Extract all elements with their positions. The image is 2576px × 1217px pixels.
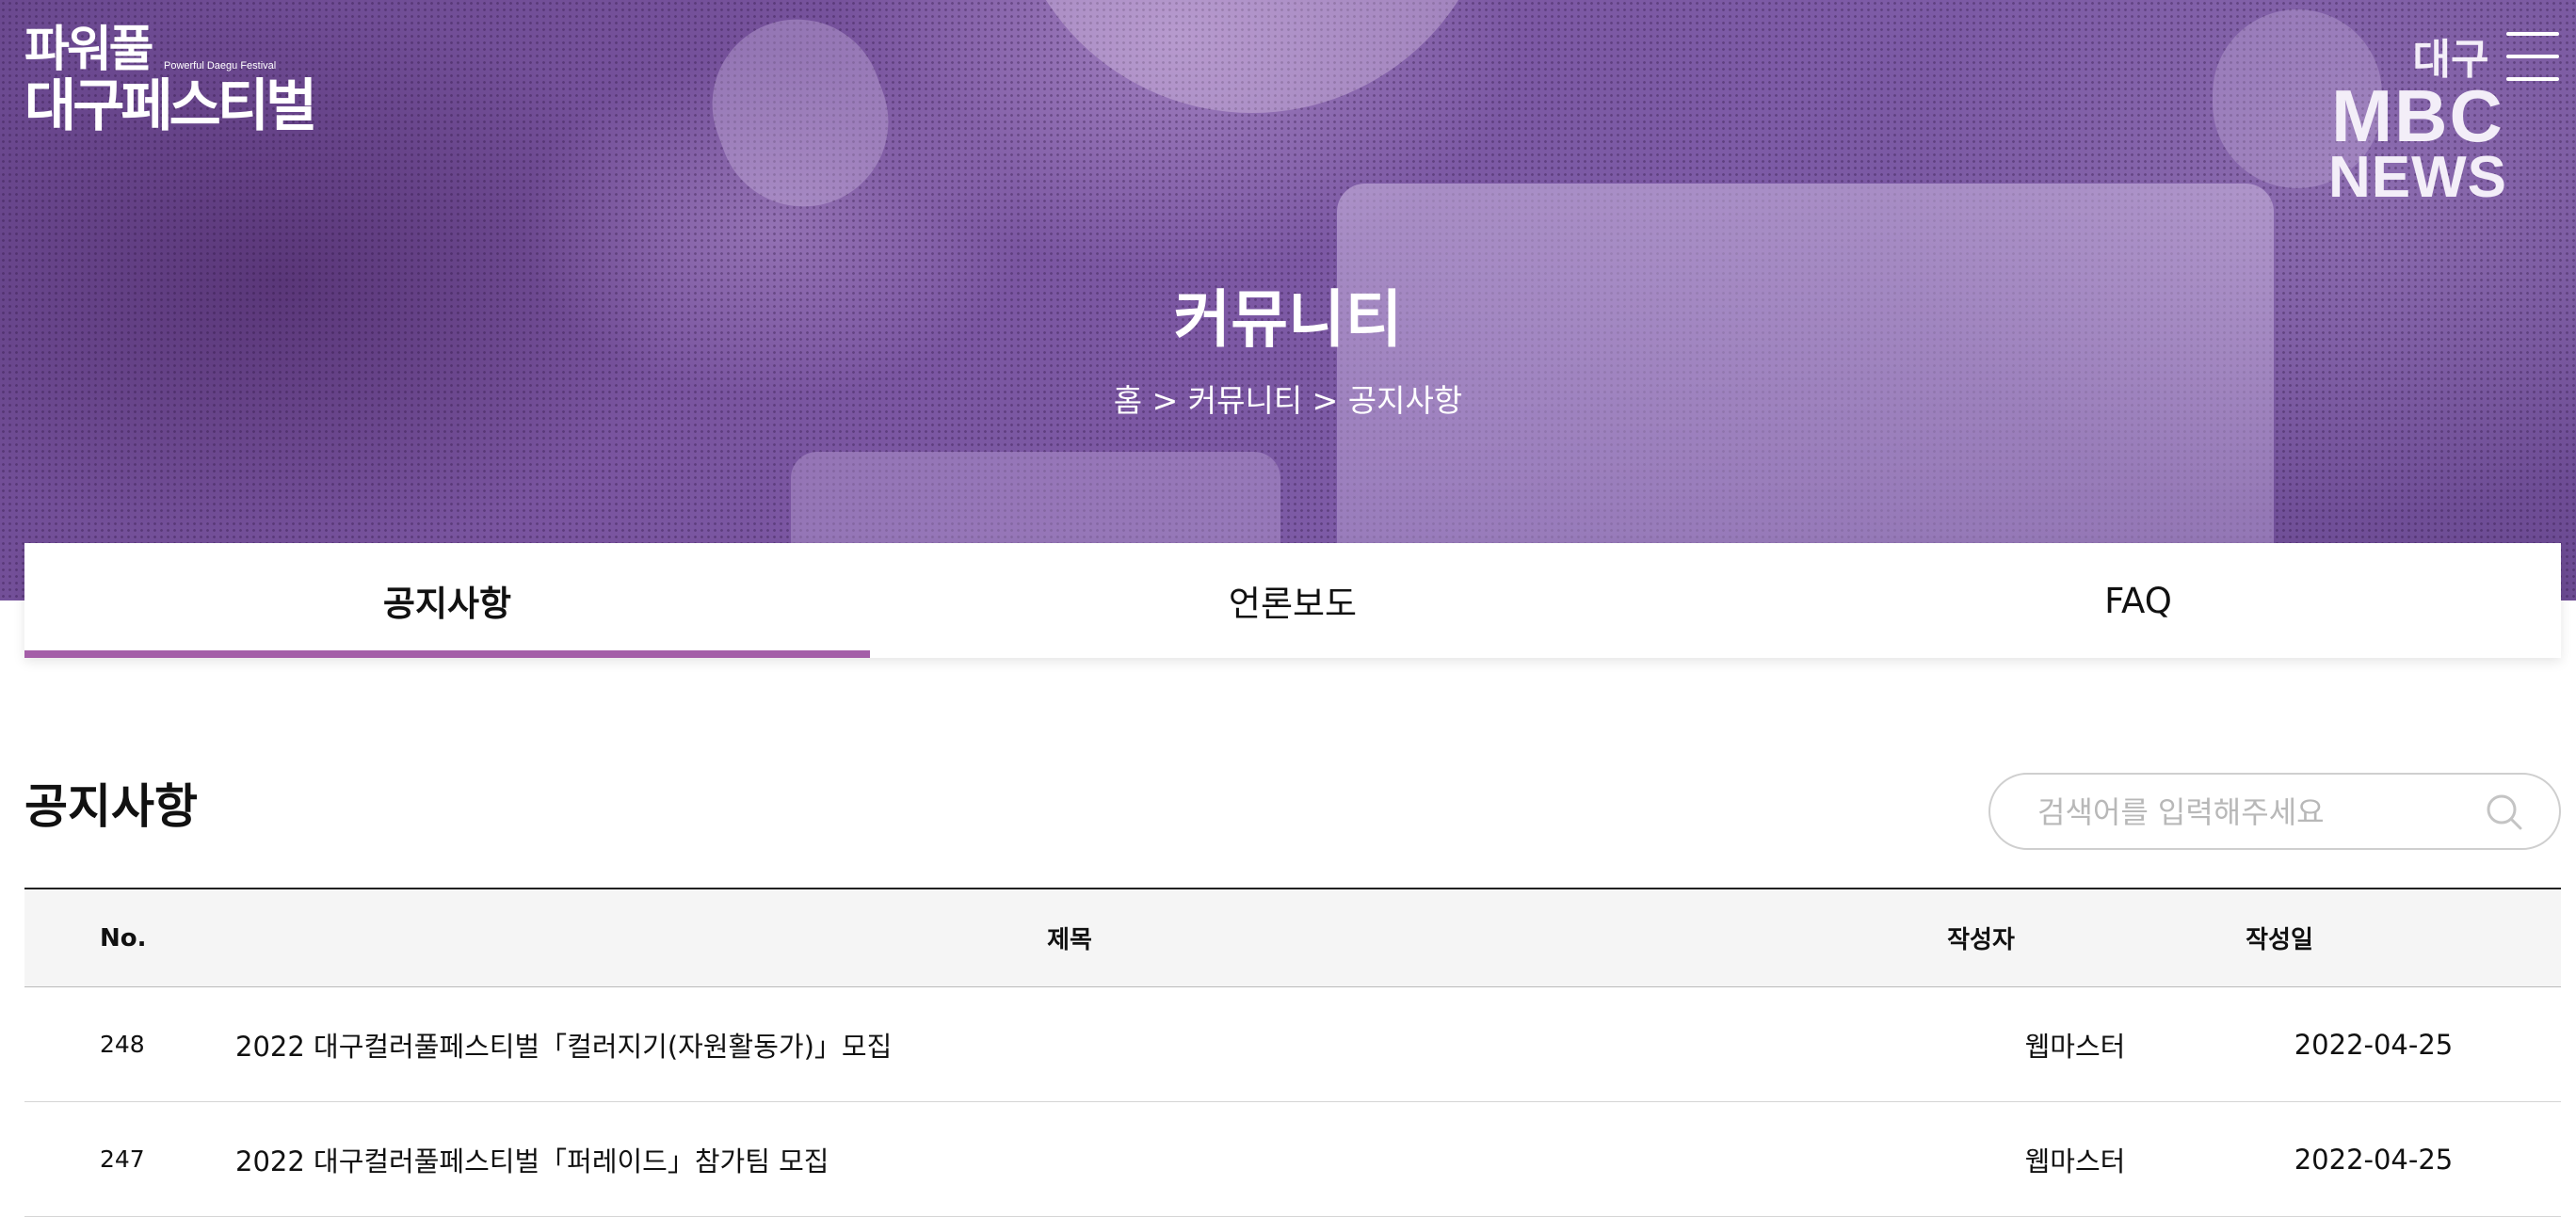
board-title: 공지사항 xyxy=(24,779,198,834)
search-input[interactable] xyxy=(2037,788,2471,837)
column-date: 작성일 xyxy=(2246,926,2313,954)
row-no: 248 xyxy=(100,1031,145,1058)
column-no: No. xyxy=(100,923,147,953)
tab-faq[interactable]: FAQ xyxy=(1715,543,2561,658)
search-icon[interactable] xyxy=(2480,788,2529,837)
notice-table: No. 제목 작성자 작성일 248 2022 대구컬러풀페스티벌「컬러지기(자… xyxy=(24,888,2561,1217)
row-writer: 웹마스터 xyxy=(2024,1030,2126,1063)
tab-notice[interactable]: 공지사항 xyxy=(24,543,870,658)
search-box xyxy=(1988,773,2561,850)
column-writer: 작성자 xyxy=(1947,926,2015,954)
row-date: 2022-04-25 xyxy=(2294,1143,2454,1176)
community-tabs: 공지사항 언론보도 FAQ xyxy=(24,543,2561,658)
logo-line2: 대구페스티벌 xyxy=(24,73,317,139)
logo-subtitle: Powerful Daegu Festival xyxy=(164,60,277,72)
table-row[interactable]: 247 2022 대구컬러풀페스티벌「퍼레이드」참가팀 모집 웹마스터 2022… xyxy=(24,1102,2561,1217)
mbc-news-logo: 대구 MBC NEWS xyxy=(2324,38,2512,207)
row-date: 2022-04-25 xyxy=(2294,1028,2454,1061)
festival-logo[interactable]: 파워풀 대구페스티벌 Powerful Daegu Festival xyxy=(24,23,317,139)
row-title[interactable]: 2022 대구컬러풀페스티벌「컬러지기(자원활동가)」모집 xyxy=(215,1025,1934,1065)
tab-press[interactable]: 언론보도 xyxy=(870,543,1715,658)
column-title: 제목 xyxy=(1047,926,1092,954)
page-title: 커뮤니티 xyxy=(1173,283,1403,356)
row-no: 247 xyxy=(100,1145,145,1173)
hero-banner: 파워풀 대구페스티벌 Powerful Daegu Festival 대구 MB… xyxy=(0,0,2576,600)
mbc-news: NEWS xyxy=(2328,145,2507,210)
row-writer: 웹마스터 xyxy=(2024,1145,2126,1177)
mbc-name: MBC xyxy=(2331,74,2504,157)
row-title[interactable]: 2022 대구컬러풀페스티벌「퍼레이드」참가팀 모집 xyxy=(215,1140,1934,1179)
menu-icon[interactable] xyxy=(2506,32,2559,83)
breadcrumb: 홈 > 커뮤니티 > 공지사항 xyxy=(1113,382,1463,419)
table-header: No. 제목 작성자 작성일 xyxy=(24,889,2561,987)
table-row[interactable]: 248 2022 대구컬러풀페스티벌「컬러지기(자원활동가)」모집 웹마스터 2… xyxy=(24,987,2561,1102)
